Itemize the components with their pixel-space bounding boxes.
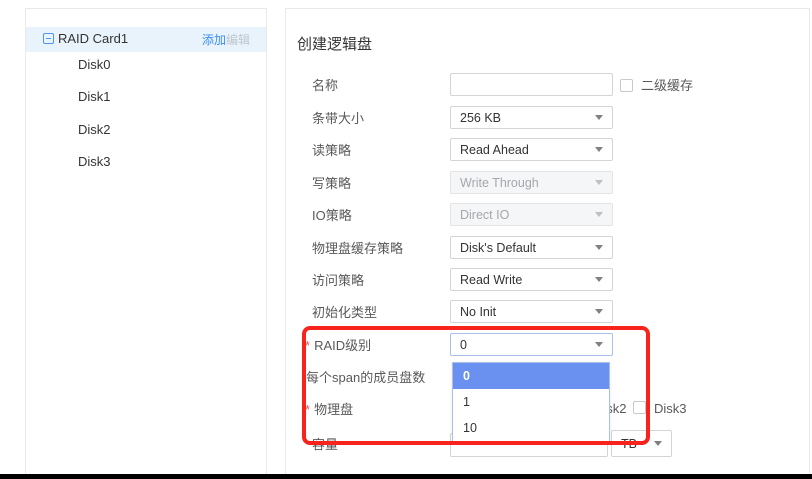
page-title: 创建逻辑盘 <box>297 33 372 54</box>
raid-level-value: 0 <box>460 338 467 352</box>
add-link[interactable]: 添加 <box>202 33 226 47</box>
init-type-value: No Init <box>460 305 496 319</box>
field-label-init-type: 初始化类型 <box>312 305 377 320</box>
physical-disk-checkbox-disk3[interactable] <box>633 401 646 414</box>
physical-disk-label-disk3: Disk3 <box>654 401 687 416</box>
tree-item-disk2[interactable]: Disk2 <box>78 123 111 137</box>
field-label-raid-level: *RAID级别 <box>305 338 371 353</box>
edit-link[interactable]: 编辑 <box>226 33 250 47</box>
dropdown-option-0[interactable]: 0 <box>453 363 609 389</box>
chevron-down-icon <box>595 277 603 282</box>
required-star: * <box>305 338 310 353</box>
write-policy-value: Write Through <box>460 176 539 190</box>
raid-level-select[interactable]: 0 <box>450 333 613 356</box>
secondary-cache-label: 二级缓存 <box>641 78 693 93</box>
field-label-stripe-size: 条带大小 <box>312 111 364 126</box>
stripe-size-select[interactable]: 256 KB <box>450 106 613 129</box>
access-policy-value: Read Write <box>460 273 522 287</box>
collapse-icon[interactable] <box>43 33 54 44</box>
raid-config-screen: RAID Card1 添加 编辑 Disk0 Disk1 Disk2 Disk3… <box>0 0 812 479</box>
name-input[interactable] <box>450 73 613 96</box>
raid-tree-panel <box>25 8 267 475</box>
disk-cache-policy-value: Disk's Default <box>460 241 536 255</box>
dropdown-option-1[interactable]: 1 <box>453 389 609 415</box>
read-policy-value: Read Ahead <box>460 143 529 157</box>
init-type-select[interactable]: No Init <box>450 300 613 323</box>
raid-card-label[interactable]: RAID Card1 <box>58 32 128 46</box>
required-star: * <box>305 402 310 417</box>
chevron-down-icon <box>595 115 603 120</box>
io-policy-value: Direct IO <box>460 208 509 222</box>
capacity-unit-select[interactable]: TB <box>611 430 672 457</box>
secondary-cache-checkbox[interactable] <box>620 79 633 92</box>
field-label-disks-per-span: 每个span的成员盘数 <box>306 370 425 385</box>
write-policy-select: Write Through <box>450 171 613 194</box>
chevron-down-icon <box>595 147 603 152</box>
field-label-write-policy: 写策略 <box>312 176 351 191</box>
chevron-down-icon <box>595 212 603 217</box>
chevron-down-icon <box>595 245 603 250</box>
chevron-down-icon <box>654 441 662 446</box>
chevron-down-icon <box>595 309 603 314</box>
tree-item-disk1[interactable]: Disk1 <box>78 90 111 104</box>
chevron-down-icon <box>595 180 603 185</box>
stripe-size-value: 256 KB <box>460 111 501 125</box>
field-label-read-policy: 读策略 <box>312 143 351 158</box>
field-label-disk-cache-policy: 物理盘缓存策略 <box>312 241 403 256</box>
chevron-down-icon <box>595 342 603 347</box>
read-policy-select[interactable]: Read Ahead <box>450 138 613 161</box>
field-label-capacity: 容量 <box>312 437 338 452</box>
dropdown-option-10[interactable]: 10 <box>453 415 609 441</box>
field-label-io-policy: IO策略 <box>312 208 352 223</box>
bottom-border <box>0 474 812 479</box>
io-policy-select: Direct IO <box>450 203 613 226</box>
field-label-physical-disk: *物理盘 <box>305 402 353 417</box>
disk-cache-policy-select[interactable]: Disk's Default <box>450 236 613 259</box>
access-policy-select[interactable]: Read Write <box>450 268 613 291</box>
raid-level-dropdown: 0 1 10 <box>452 362 610 442</box>
field-label-access-policy: 访问策略 <box>312 273 364 288</box>
tree-item-disk3[interactable]: Disk3 <box>78 155 111 169</box>
field-label-name: 名称 <box>312 78 338 93</box>
capacity-unit-value: TB <box>621 437 637 451</box>
tree-item-disk0[interactable]: Disk0 <box>78 58 111 72</box>
